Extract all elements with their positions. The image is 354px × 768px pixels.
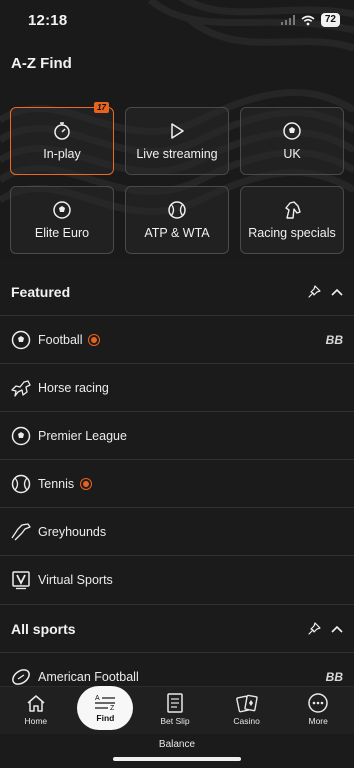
soccer-ball-icon [53,201,71,219]
section-actions [307,621,343,636]
nav-label: Casino [233,716,260,726]
stopwatch-icon [54,122,70,140]
list-item-virtual-sports[interactable]: Virtual Sports [0,555,354,603]
section-title: All sports [11,620,76,637]
quick-tiles: 17 In-play Live streaming UK Elite Euro [10,102,344,254]
tennis-ball-icon [11,474,31,493]
featured-header: Featured [0,268,354,316]
nav-label: Find [96,712,115,723]
chevron-up-icon[interactable] [331,288,343,296]
tile-in-play[interactable]: 17 In-play [10,102,114,175]
tile-label: Elite Euro [34,226,90,240]
tile-elite-euro[interactable]: Elite Euro [10,186,114,254]
tile-label: UK [283,147,301,161]
live-indicator-icon [80,477,93,490]
horse-head-icon [285,201,301,219]
tile-racing-specials[interactable]: Racing specials [240,186,344,254]
home-icon [27,695,45,712]
status-bar: 12:18 72 [0,0,354,40]
list-item-label: Virtual Sports [38,572,113,587]
a-z-icon: A Z [95,695,116,710]
balance-bar[interactable]: Balance [0,734,354,768]
nav-casino[interactable]: Casino [217,693,277,726]
tile-live-streaming[interactable]: Live streaming [125,107,229,175]
list-item-label: Greyhounds [38,524,107,539]
svg-text:A: A [95,695,100,702]
section-actions [307,285,343,299]
play-icon [171,123,184,139]
chevron-up-icon[interactable] [331,625,343,633]
nav-bet-slip[interactable]: Bet Slip [145,693,205,726]
pin-icon[interactable] [307,285,321,299]
balance-label: Balance [158,739,196,750]
live-indicator-icon [88,333,101,346]
status-time: 12:18 [28,11,68,29]
list-item-label: Football [38,332,83,347]
more-dots-icon [308,693,328,713]
list-item-tennis[interactable]: Tennis [0,459,354,507]
list-item-label: American Football [38,669,139,684]
tile-uk[interactable]: UK [240,107,344,175]
tile-label: Live streaming [136,147,218,161]
in-play-count-badge: 17 [94,102,109,113]
home-indicator [113,757,241,761]
status-icons: 72 [280,13,340,27]
american-football-icon [12,668,30,685]
bet-builder-badge: BB [325,332,343,347]
battery-indicator: 72 [320,13,340,27]
soccer-ball-icon [11,426,31,445]
all-sports-header: All sports [0,604,354,652]
list-item-greyhounds[interactable]: Greyhounds [0,507,354,555]
tile-atp-wta[interactable]: ATP & WTA [125,186,229,254]
horse-racing-icon [11,379,31,397]
list-item-premier-league[interactable]: Premier League [0,411,354,459]
tile-label: In-play [43,147,81,161]
receipt-icon [167,693,183,713]
nav-label: Bet Slip [160,716,190,726]
playing-cards-icon [235,694,258,713]
list-item-horse-racing[interactable]: Horse racing [0,363,354,411]
tile-label: Racing specials [248,226,336,240]
bottom-nav: Home A Z Find Bet Slip Casino More [0,686,354,734]
soccer-ball-icon [283,122,301,140]
bet-builder-badge: BB [325,669,343,684]
featured-list: Football BB Horse racing Premier League [0,315,354,603]
tile-label: ATP & WTA [144,226,210,240]
page-title: A-Z Find [11,55,72,72]
wifi-icon [301,15,315,25]
section-title: Featured [11,284,71,300]
pin-icon[interactable] [307,621,321,636]
svg-text:Z: Z [110,705,115,710]
virtual-v-icon [12,570,30,589]
list-item-label: Horse racing [38,380,109,395]
nav-home[interactable]: Home [6,693,66,726]
greyhound-icon [11,522,31,540]
signal-icon [280,15,295,25]
list-item-football[interactable]: Football BB [0,315,354,363]
list-item-label: Tennis [38,476,75,491]
nav-label: More [308,716,328,726]
soccer-ball-icon [11,330,31,349]
nav-find[interactable]: A Z Find [77,686,134,730]
tennis-ball-icon [168,201,186,219]
list-item-label: Premier League [38,428,127,443]
nav-label: Home [24,716,48,726]
nav-more[interactable]: More [288,693,348,726]
